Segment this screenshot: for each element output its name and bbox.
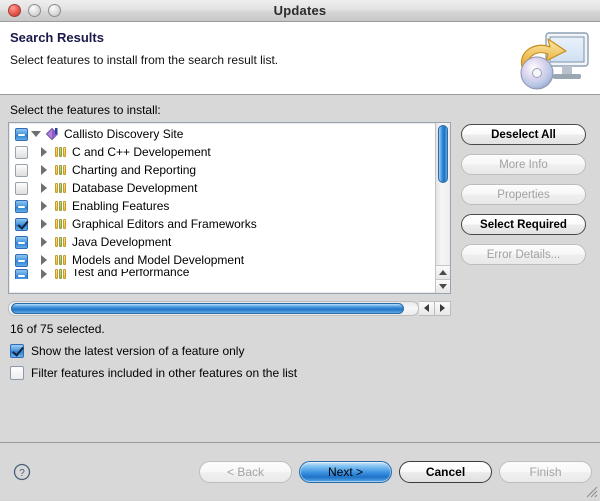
select-required-button[interactable]: Select Required	[461, 214, 586, 235]
tree-row-label: Test and Performance	[72, 269, 190, 279]
tree-row-label: Java Development	[72, 235, 172, 249]
twisty-collapsed-icon[interactable]	[36, 147, 52, 157]
feature-icon	[52, 147, 68, 157]
tree-row[interactable]: Java Development	[9, 233, 435, 251]
resize-grip[interactable]	[584, 484, 598, 498]
tree-row-label: Models and Model Development	[72, 253, 245, 267]
next-button[interactable]: Next >	[299, 460, 392, 483]
scroll-down-button[interactable]	[436, 279, 450, 293]
checkbox-partial[interactable]	[15, 199, 28, 213]
option-latest-version[interactable]: Show the latest version of a feature onl…	[10, 344, 592, 358]
tree-vertical-scrollbar[interactable]	[435, 123, 450, 293]
window-title: Updates	[273, 3, 327, 18]
tree-row[interactable]: Database Development	[9, 179, 435, 197]
hscroll-thumb[interactable]	[11, 302, 404, 314]
twisty-expanded-icon[interactable]	[28, 131, 44, 137]
tree-row-label: Callisto Discovery Site	[64, 127, 184, 141]
minimize-button[interactable]	[28, 4, 41, 17]
latest-version-checkbox[interactable]	[10, 344, 24, 358]
twisty-collapsed-icon[interactable]	[36, 269, 52, 279]
tree-label: Select the features to install:	[10, 103, 161, 117]
window-controls	[8, 4, 61, 17]
checkbox-checked[interactable]	[15, 217, 28, 231]
hscroll-track[interactable]	[8, 300, 419, 316]
feature-icon	[52, 183, 68, 193]
tree-row-label: Graphical Editors and Frameworks	[72, 217, 257, 231]
checkbox-partial[interactable]	[15, 127, 28, 141]
install-computer-cd-icon	[510, 27, 592, 93]
tree-action-buttons: Deselect All More Info Properties Select…	[461, 122, 586, 265]
filter-included-label: Filter features included in other featur…	[31, 366, 298, 380]
tree-horizontal-scrollbar[interactable]	[8, 300, 451, 316]
feature-tree-list: Callisto Discovery Site C and C++ Develo…	[9, 123, 435, 293]
close-button[interactable]	[8, 4, 21, 17]
back-button: < Back	[199, 460, 292, 483]
checkbox-partial[interactable]	[15, 253, 28, 267]
error-details-button: Error Details...	[461, 244, 586, 265]
more-info-button: More Info	[461, 154, 586, 175]
filter-included-checkbox[interactable]	[10, 366, 24, 380]
tree-row[interactable]: Callisto Discovery Site	[9, 125, 435, 143]
page-subtitle: Select features to install from the sear…	[10, 53, 279, 67]
tree-row[interactable]: Charting and Reporting	[9, 161, 435, 179]
checkbox-unchecked[interactable]	[15, 163, 28, 177]
deselect-all-button[interactable]: Deselect All	[461, 124, 586, 145]
tree-row[interactable]: C and C++ Developement	[9, 143, 435, 161]
selection-status: 16 of 75 selected.	[10, 322, 105, 336]
wizard-header: Search Results Select features to instal…	[0, 22, 600, 95]
checkbox-unchecked[interactable]	[15, 181, 28, 195]
tree-row[interactable]: Test and Performance	[9, 269, 435, 279]
twisty-collapsed-icon[interactable]	[36, 255, 52, 265]
tree-row-label: Enabling Features	[72, 199, 170, 213]
tree-row-label: C and C++ Developement	[72, 145, 211, 159]
svg-text:?: ?	[19, 468, 25, 479]
properties-button: Properties	[461, 184, 586, 205]
tree-row[interactable]: Enabling Features	[9, 197, 435, 215]
wizard-body: Select the features to install: Callisto…	[0, 95, 600, 442]
scrollbar-buttons	[436, 265, 450, 293]
feature-icon	[52, 219, 68, 229]
wizard-footer: ? < Back Next > Cancel Finish	[0, 442, 600, 500]
feature-tree[interactable]: Callisto Discovery Site C and C++ Develo…	[8, 122, 451, 294]
help-question-icon[interactable]: ?	[13, 463, 31, 481]
twisty-collapsed-icon[interactable]	[36, 165, 52, 175]
feature-icon	[52, 201, 68, 211]
latest-version-label: Show the latest version of a feature onl…	[31, 344, 245, 358]
footer-buttons: < Back Next > Cancel Finish	[199, 460, 592, 483]
feature-icon	[52, 269, 68, 279]
feature-icon	[52, 255, 68, 265]
cancel-button[interactable]: Cancel	[399, 460, 492, 483]
hscroll-left-button[interactable]	[419, 300, 435, 316]
twisty-collapsed-icon[interactable]	[36, 201, 52, 211]
tree-row[interactable]: Models and Model Development	[9, 251, 435, 269]
twisty-collapsed-icon[interactable]	[36, 183, 52, 193]
feature-icon	[52, 237, 68, 247]
feature-icon	[52, 165, 68, 175]
checkbox-partial[interactable]	[15, 269, 28, 279]
hscroll-right-button[interactable]	[435, 300, 451, 316]
tree-row-label: Charting and Reporting	[72, 163, 197, 177]
option-filter-included[interactable]: Filter features included in other featur…	[10, 366, 592, 380]
twisty-collapsed-icon[interactable]	[36, 237, 52, 247]
scrollbar-track[interactable]	[436, 123, 450, 265]
updates-window: Updates Search Results Select features t…	[0, 0, 600, 500]
scrollbar-thumb[interactable]	[438, 125, 448, 183]
discovery-site-icon	[44, 127, 60, 141]
title-bar: Updates	[0, 0, 600, 22]
tree-row[interactable]: Graphical Editors and Frameworks	[9, 215, 435, 233]
finish-button: Finish	[499, 460, 592, 483]
twisty-collapsed-icon[interactable]	[36, 219, 52, 229]
page-title: Search Results	[10, 30, 104, 45]
zoom-button[interactable]	[48, 4, 61, 17]
checkbox-unchecked[interactable]	[15, 145, 28, 159]
scroll-up-button[interactable]	[436, 265, 450, 279]
checkbox-partial[interactable]	[15, 235, 28, 249]
tree-row-label: Database Development	[72, 181, 198, 195]
